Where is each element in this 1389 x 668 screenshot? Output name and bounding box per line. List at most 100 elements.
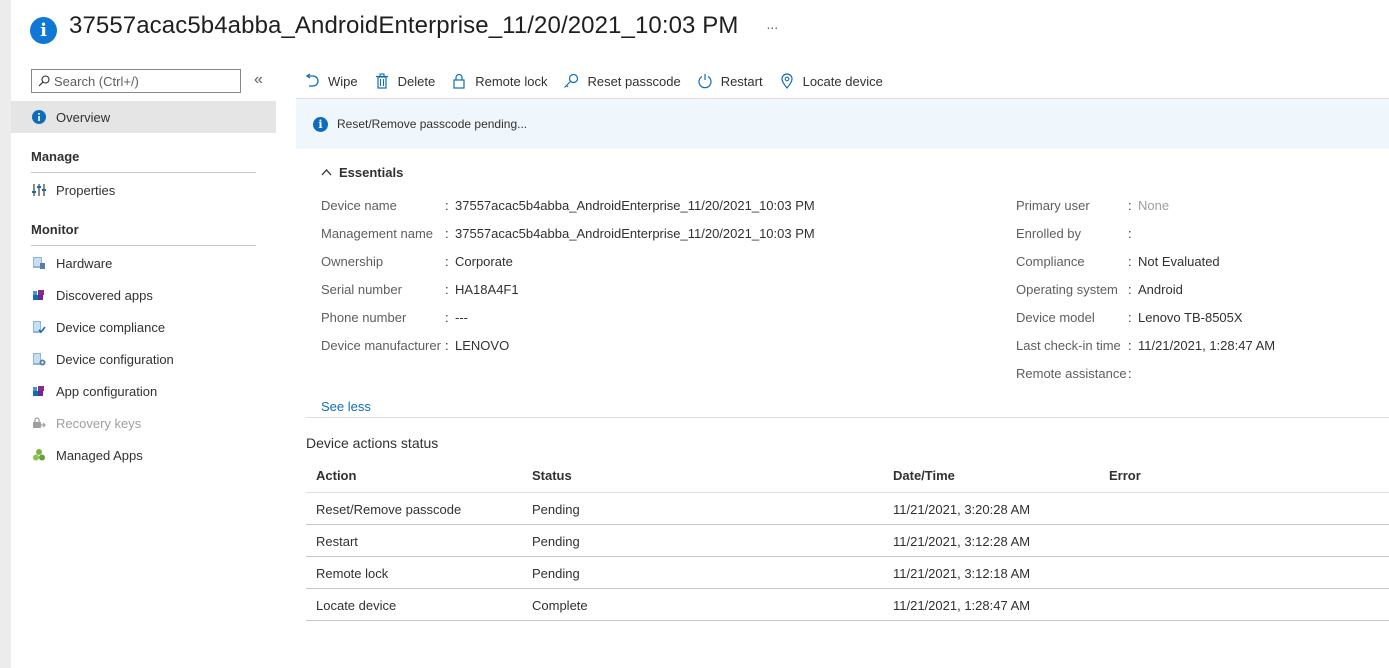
device-configuration-icon [31,351,47,367]
see-less-link[interactable]: See less [321,399,371,414]
ownership-label: Ownership [321,254,384,269]
divider [306,588,1389,589]
device-name-label: Device name [321,198,397,213]
colon: : [1128,338,1132,353]
section-heading-monitor: Monitor [31,222,79,237]
restart-button[interactable]: Restart [697,73,763,89]
locate-device-button[interactable]: Locate device [779,73,883,89]
sidebar-item-device-compliance[interactable]: Device compliance [11,311,276,343]
section-heading-manage: Manage [31,149,80,164]
serial-number-value: HA18A4F1 [455,282,519,297]
restart-label: Restart [720,73,763,89]
divider [31,245,256,246]
sidebar-item-hardware[interactable]: Hardware [11,247,276,279]
remote-lock-button[interactable]: Remote lock [451,73,547,89]
wipe-button[interactable]: Wipe [304,73,358,89]
location-pin-icon [780,73,793,89]
column-header-status[interactable]: Status [532,468,572,483]
locate-device-label: Locate device [802,73,883,89]
search-box[interactable] [31,69,241,93]
action-cell: Reset/Remove passcode [316,502,462,517]
colon: : [1128,282,1132,297]
device-manufacturer-label: Device manufacturer [321,338,441,353]
datetime-cell: 11/21/2021, 1:28:47 AM [893,598,1031,613]
sidebar-item-label: Managed Apps [56,447,143,463]
essentials-heading: Essentials [339,165,404,180]
colon: : [445,254,449,269]
page-title: 37557acac5b4abba_AndroidEnterprise_11/20… [69,12,739,39]
search-input[interactable] [54,73,234,89]
colon: : [1128,254,1132,269]
device-manufacturer-value: LENOVO [455,338,510,353]
device-compliance-icon [31,319,47,335]
sidebar-item-label: Hardware [56,255,113,271]
serial-number-label: Serial number [321,282,402,297]
trash-icon [375,73,388,89]
colon: : [445,310,449,325]
sidebar-item-label: Overview [56,109,111,125]
colon: : [1128,310,1132,325]
divider [306,556,1389,557]
sidebar-item-label: Discovered apps [56,287,153,303]
undo-icon [305,73,319,87]
divider [306,524,1389,525]
colon: : [1128,226,1132,241]
device-name-value: 37557acac5b4abba_AndroidEnterprise_11/20… [455,198,815,213]
info-icon [31,109,47,125]
delete-button[interactable]: Delete [374,73,436,89]
managed-apps-icon [31,447,47,463]
phone-number-value: --- [455,310,468,325]
colon: : [445,198,449,213]
command-bar: Wipe Delete Remote lock Reset passcode R… [304,70,899,92]
status-cell: Pending [532,534,580,549]
ownership-value: Corporate [455,254,513,269]
key-icon [564,73,579,88]
status-cell: Pending [532,566,580,581]
key-icon [31,415,47,431]
banner-message: Reset/Remove passcode pending... [337,117,528,131]
sidebar-item-device-configuration[interactable]: Device configuration [11,343,276,375]
search-icon [38,75,50,87]
action-cell: Locate device [316,598,397,613]
sidebar-item-label: App configuration [56,383,158,399]
apps-icon [31,287,47,303]
action-cell: Restart [316,534,358,549]
last-check-in-label: Last check-in time [1016,338,1121,353]
reset-passcode-label: Reset passcode [587,73,681,89]
column-header-error[interactable]: Error [1109,468,1141,483]
power-icon [698,74,712,89]
column-header-action[interactable]: Action [316,468,356,483]
collapse-sidebar-button[interactable]: « [254,71,263,89]
properties-icon [31,182,47,198]
app-configuration-icon [31,383,47,399]
delete-label: Delete [397,73,436,89]
reset-passcode-button[interactable]: Reset passcode [563,73,681,89]
remote-assistance-label: Remote assistance [1016,366,1127,381]
datetime-cell: 11/21/2021, 3:12:18 AM [893,566,1031,581]
sidebar-item-label: Properties [56,182,116,198]
divider [31,172,256,173]
sidebar-item-overview[interactable]: Overview [11,101,276,133]
sidebar-item-app-configuration[interactable]: App configuration [11,375,276,407]
sidebar-item-managed-apps[interactable]: Managed Apps [11,439,276,471]
divider [306,417,1389,418]
hardware-icon [31,255,47,271]
status-cell: Complete [532,598,588,613]
compliance-label: Compliance [1016,254,1085,269]
sidebar-item-discovered-apps[interactable]: Discovered apps [11,279,276,311]
remote-lock-label: Remote lock [475,73,548,89]
more-options-button[interactable]: ... [766,16,778,32]
operating-system-value: Android [1138,282,1183,297]
colon: : [445,338,449,353]
divider [306,620,1389,621]
table-title: Device actions status [306,435,439,451]
sidebar-item-properties[interactable]: Properties [11,174,276,206]
colon: : [445,226,449,241]
status-cell: Pending [532,502,580,517]
column-header-datetime[interactable]: Date/Time [893,468,955,483]
essentials-toggle[interactable]: Essentials [321,165,403,180]
datetime-cell: 11/21/2021, 3:12:28 AM [893,534,1031,549]
datetime-cell: 11/21/2021, 3:20:28 AM [893,502,1031,517]
notification-banner: i Reset/Remove passcode pending... [296,99,1389,149]
device-model-value: Lenovo TB-8505X [1138,310,1243,325]
